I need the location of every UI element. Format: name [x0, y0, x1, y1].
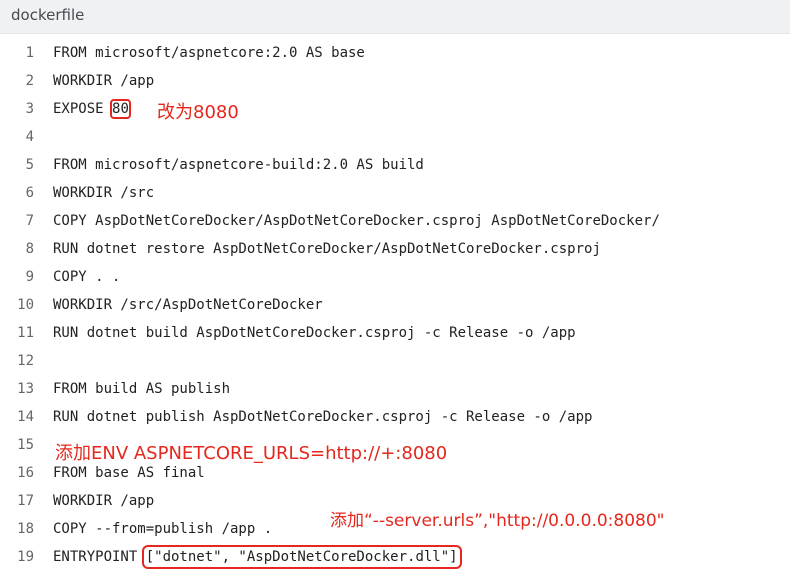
- line-number: 7: [25, 213, 34, 229]
- code-line: 1 FROM microsoft/aspnetcore:2.0 AS base: [0, 40, 790, 68]
- line-number: 3: [25, 101, 34, 117]
- highlighted-entrypoint: ["dotnet", "AspDotNetCoreDocker.dll"]: [141, 545, 462, 569]
- code-text: COPY AspDotNetCoreDocker/AspDotNetCoreDo…: [53, 213, 660, 229]
- line-number: 15: [17, 437, 34, 453]
- code-line: 10 WORKDIR /src/AspDotNetCoreDocker: [0, 292, 790, 320]
- code-line: 8 RUN dotnet restore AspDotNetCoreDocker…: [0, 236, 790, 264]
- code-text: FROM microsoft/aspnetcore-build:2.0 AS b…: [53, 157, 424, 173]
- line-number: 16: [17, 465, 34, 481]
- line-number: 12: [17, 353, 34, 369]
- code-text: WORKDIR /src: [53, 185, 155, 201]
- code-text: FROM microsoft/aspnetcore:2.0 AS base: [53, 45, 365, 61]
- line-number: 11: [17, 325, 34, 341]
- code-text: ENTRYPOINT ["dotnet", "AspDotNetCoreDock…: [53, 545, 462, 569]
- code-text: COPY --from=publish /app .: [53, 521, 273, 537]
- annotation-add-server-urls: 添加“--server.urls”,"http://0.0.0.0:8080": [330, 511, 665, 531]
- code-text: RUN dotnet publish AspDotNetCoreDocker.c…: [53, 409, 593, 425]
- line-number: 2: [25, 73, 34, 89]
- line-number: 17: [17, 493, 34, 509]
- line-number: 10: [17, 297, 34, 313]
- code-text-prefix: ENTRYPOINT: [53, 549, 146, 565]
- code-text: FROM build AS publish: [53, 381, 231, 397]
- file-header: dockerfile: [0, 0, 790, 34]
- code-line: 6 WORKDIR /src: [0, 180, 790, 208]
- code-text-prefix: EXPOSE: [53, 101, 113, 117]
- line-number: 9: [25, 269, 34, 285]
- line-number: 5: [25, 157, 34, 173]
- code-line: 5 FROM microsoft/aspnetcore-build:2.0 AS…: [0, 152, 790, 180]
- annotation-add-env: 添加ENV ASPNETCORE_URLS=http://+:8080: [55, 443, 448, 464]
- code-text: RUN dotnet build AspDotNetCoreDocker.csp…: [53, 325, 576, 341]
- line-number: 4: [25, 129, 34, 145]
- code-line: 2 WORKDIR /app: [0, 68, 790, 96]
- code-text: WORKDIR /src/AspDotNetCoreDocker: [53, 297, 323, 313]
- code-line: 13 FROM build AS publish: [0, 376, 790, 404]
- code-line: 4: [0, 124, 790, 152]
- line-number: 13: [17, 381, 34, 397]
- line-number: 1: [25, 45, 34, 61]
- code-line: 11 RUN dotnet build AspDotNetCoreDocker.…: [0, 320, 790, 348]
- line-number: 19: [17, 549, 34, 565]
- code-text: EXPOSE 80: [53, 99, 131, 119]
- highlighted-port: 80: [110, 99, 131, 119]
- code-text: RUN dotnet restore AspDotNetCoreDocker/A…: [53, 241, 601, 257]
- code-line: 19 ENTRYPOINT ["dotnet", "AspDotNetCoreD…: [0, 544, 790, 572]
- file-title: dockerfile: [11, 6, 85, 24]
- code-line: 12: [0, 348, 790, 376]
- annotation-change-port: 改为8080: [157, 102, 239, 123]
- line-number: 14: [17, 409, 34, 425]
- code-line: 7 COPY AspDotNetCoreDocker/AspDotNetCore…: [0, 208, 790, 236]
- code-text: COPY . .: [53, 269, 121, 285]
- line-number: 8: [25, 241, 34, 257]
- code-line: 3 EXPOSE 80: [0, 96, 790, 124]
- code-line: 9 COPY . .: [0, 264, 790, 292]
- code-line: 14 RUN dotnet publish AspDotNetCoreDocke…: [0, 404, 790, 432]
- line-number: 6: [25, 185, 34, 201]
- code-text: WORKDIR /app: [53, 73, 155, 89]
- code-text: WORKDIR /app: [53, 493, 155, 509]
- code-block: 1 FROM microsoft/aspnetcore:2.0 AS base …: [0, 34, 790, 584]
- line-number: 18: [17, 521, 34, 537]
- code-text: FROM base AS final: [53, 465, 205, 481]
